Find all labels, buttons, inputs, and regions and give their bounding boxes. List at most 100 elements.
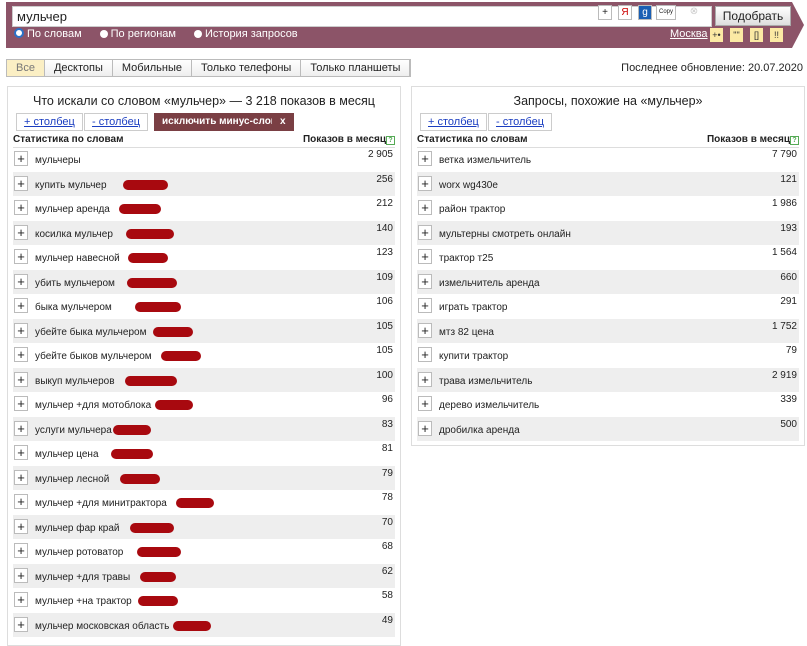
keyword-link[interactable]: мульчер московская область <box>35 621 169 632</box>
impressions-count: 7 790 <box>771 149 797 160</box>
remove-column-button[interactable]: - столбец <box>488 113 553 131</box>
keyword-link[interactable]: мультерны смотреть онлайн <box>439 229 571 240</box>
add-keyword-button[interactable]: + <box>418 200 432 215</box>
mode-history[interactable]: История запросов <box>194 28 298 40</box>
add-keyword-button[interactable]: + <box>418 224 432 240</box>
remove-column-button[interactable]: - столбец <box>84 113 149 131</box>
clear-icon[interactable]: ⊗ <box>687 5 701 20</box>
help-icon[interactable]: ? <box>790 136 799 145</box>
add-keyword-button[interactable]: + <box>14 592 28 607</box>
tab-mobile[interactable]: Мобильные <box>112 60 192 76</box>
keyword-link[interactable]: купить мульчер <box>35 180 107 191</box>
keyword-link[interactable]: worx wg430e <box>439 180 498 191</box>
keyword-link[interactable]: мульчер +для минитрактора <box>35 498 167 509</box>
keyword-link[interactable]: ветка измельчитель <box>439 155 531 166</box>
add-keyword-button[interactable]: + <box>14 347 28 362</box>
exclude-minus-words-button[interactable]: исключить минус-слова <box>154 113 291 131</box>
add-keyword-button[interactable]: + <box>14 518 28 534</box>
operator-quotes[interactable]: "" <box>730 28 743 42</box>
mode-regions[interactable]: По регионам <box>100 28 176 40</box>
keyword-link[interactable]: играть трактор <box>439 302 508 313</box>
add-keyword-button[interactable]: + <box>14 567 28 583</box>
keyword-link[interactable]: купити трактор <box>439 351 508 362</box>
keyword-link[interactable]: убейте быка мульчером <box>35 327 146 338</box>
keyword-link[interactable]: трактор т25 <box>439 253 493 264</box>
add-keyword-button[interactable]: + <box>14 322 28 338</box>
table-row: + район трактор 1 986 <box>417 196 799 221</box>
add-keyword-button[interactable]: + <box>418 371 432 387</box>
remove-column-label: - столбец <box>496 116 545 128</box>
operator-plus[interactable]: +• <box>710 28 723 42</box>
add-keyword-button[interactable]: + <box>14 469 28 485</box>
add-keyword-button[interactable]: + <box>14 420 28 436</box>
keyword-link[interactable]: мульчер +для травы <box>35 572 130 583</box>
add-keyword-button[interactable]: + <box>14 616 28 632</box>
yandex-icon[interactable]: Я <box>618 5 632 20</box>
add-keyword-button[interactable]: + <box>418 420 432 436</box>
add-keyword-button[interactable]: + <box>14 371 28 387</box>
table-row: + трава измельчитель 2 919 <box>417 367 799 392</box>
keyword-link[interactable]: трава измельчитель <box>439 376 532 387</box>
add-keyword-button[interactable]: + <box>14 200 28 215</box>
region-link[interactable]: Москва <box>670 28 708 40</box>
keyword-link[interactable]: мульчеры <box>35 155 81 166</box>
add-keyword-button[interactable]: + <box>418 151 432 166</box>
keyword-link[interactable]: убить мульчером <box>35 278 115 289</box>
tab-phones[interactable]: Только телефоны <box>191 60 302 76</box>
add-keyword-button[interactable]: + <box>14 151 28 166</box>
tab-desktop[interactable]: Десктопы <box>44 60 113 76</box>
help-icon[interactable]: ? <box>386 136 395 145</box>
add-keyword-button[interactable]: + <box>14 298 28 313</box>
keyword-link[interactable]: услуги мульчера <box>35 425 112 436</box>
add-keyword-button[interactable]: + <box>14 224 28 240</box>
keyword-link[interactable]: мульчер цена <box>35 449 99 460</box>
keyword-link[interactable]: выкуп мульчеров <box>35 376 115 387</box>
add-keyword-button[interactable]: + <box>418 322 432 338</box>
operator-exclaim[interactable]: !! <box>770 28 783 42</box>
keyword-link[interactable]: дерево измельчитель <box>439 400 539 411</box>
table-row: + ветка измельчитель 7 790 <box>417 147 799 172</box>
add-keyword-button[interactable]: + <box>418 249 432 264</box>
plus-icon[interactable]: + <box>598 5 612 20</box>
impressions-count: 81 <box>381 443 393 454</box>
keyword-link[interactable]: мтз 82 цена <box>439 327 494 338</box>
google-icon[interactable]: g <box>638 5 652 20</box>
keyword-link[interactable]: измельчитель аренда <box>439 278 540 289</box>
keyword-link[interactable]: убейте быков мульчером <box>35 351 152 362</box>
add-keyword-button[interactable]: + <box>14 445 28 460</box>
keyword-link[interactable]: мульчер ротоватор <box>35 547 123 558</box>
table-row: + мульчер навесной 123 <box>13 245 395 270</box>
tab-all[interactable]: Все <box>7 60 45 76</box>
add-keyword-button[interactable]: + <box>14 396 28 411</box>
keyword-link[interactable]: быка мульчером <box>35 302 112 313</box>
add-keyword-button[interactable]: + <box>14 249 28 264</box>
copy-button[interactable]: Copy <box>656 5 676 20</box>
operator-brackets[interactable]: [] <box>750 28 763 42</box>
device-tabs: Все Десктопы Мобильные Только телефоны Т… <box>6 59 412 77</box>
keyword-link[interactable]: косилка мульчер <box>35 229 113 240</box>
add-keyword-button[interactable]: + <box>418 175 432 191</box>
keyword-link[interactable]: район трактор <box>439 204 505 215</box>
add-keyword-button[interactable]: + <box>418 396 432 411</box>
keyword-link[interactable]: дробилка аренда <box>439 425 520 436</box>
impressions-count: 660 <box>780 271 797 283</box>
tab-tablets[interactable]: Только планшеты <box>301 60 411 76</box>
keyword-link[interactable]: мульчер лесной <box>35 474 109 485</box>
keyword-link[interactable]: мульчер +для мотоблока <box>35 400 151 411</box>
keyword-link[interactable]: мульчер +на трактор <box>35 596 132 607</box>
add-keyword-button[interactable]: + <box>14 175 28 191</box>
add-keyword-button[interactable]: + <box>14 543 28 558</box>
add-column-button[interactable]: + столбец <box>16 113 83 131</box>
add-keyword-button[interactable]: + <box>14 273 28 289</box>
add-keyword-button[interactable]: + <box>14 494 28 509</box>
add-keyword-button[interactable]: + <box>418 298 432 313</box>
submit-button[interactable]: Подобрать <box>715 6 791 26</box>
mode-words[interactable]: По словам <box>14 28 82 40</box>
close-exclude-button[interactable]: x <box>272 113 294 131</box>
keyword-link[interactable]: мульчер аренда <box>35 204 110 215</box>
add-keyword-button[interactable]: + <box>418 347 432 362</box>
add-keyword-button[interactable]: + <box>418 273 432 289</box>
add-column-button[interactable]: + столбец <box>420 113 487 131</box>
keyword-link[interactable]: мульчер навесной <box>35 253 120 264</box>
keyword-link[interactable]: мульчер фар край <box>35 523 119 534</box>
